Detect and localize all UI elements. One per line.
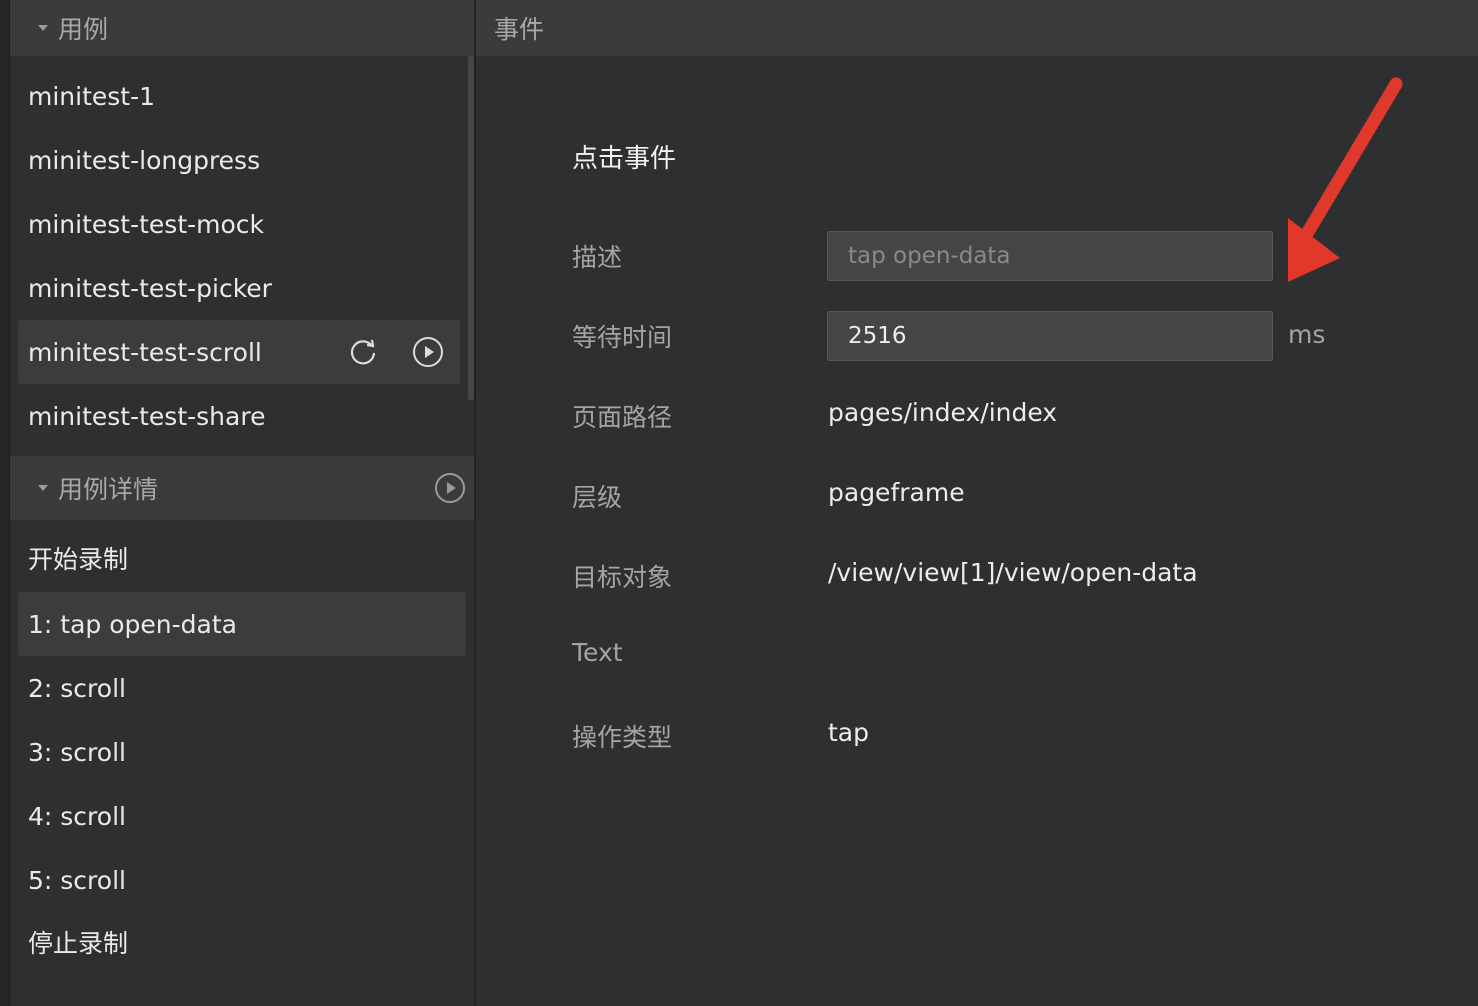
step-item[interactable]: 4: scroll	[18, 784, 460, 848]
cases-section-title: 用例	[58, 15, 109, 44]
case-item[interactable]: minitest-longpress	[18, 128, 460, 192]
case-item-selected[interactable]: minitest-test-scroll	[18, 320, 460, 384]
step-item[interactable]: 停止录制	[18, 910, 460, 974]
play-icon[interactable]	[412, 336, 444, 368]
window-edge	[0, 0, 10, 1006]
event-type-heading: 点击事件	[572, 144, 677, 174]
sidebar: 用例 minitest-1 minitest-longpress minites…	[10, 0, 474, 1006]
caret-down-icon[interactable]	[38, 25, 48, 31]
op-type-label: 操作类型	[572, 723, 673, 752]
details-section-header[interactable]: 用例详情	[10, 456, 474, 520]
path-label: 页面路径	[572, 403, 673, 432]
event-panel: 事件 点击事件 描述 等待时间 ms 页面路径 pages/index/inde…	[476, 0, 1478, 1006]
case-item[interactable]: minitest-1	[18, 64, 460, 128]
play-all-icon[interactable]	[434, 472, 466, 504]
text-label: Text	[572, 638, 623, 667]
step-item[interactable]: 3: scroll	[18, 720, 460, 784]
event-panel-header: 事件	[476, 0, 1478, 56]
desc-input[interactable]	[827, 231, 1273, 281]
target-label: 目标对象	[572, 563, 673, 592]
refresh-icon[interactable]	[347, 336, 379, 368]
desc-label: 描述	[572, 243, 623, 272]
path-value: pages/index/index	[828, 398, 1058, 427]
target-value: /view/view[1]/view/open-data	[828, 558, 1198, 587]
case-item-label: minitest-test-scroll	[28, 337, 262, 367]
level-label: 层级	[572, 483, 623, 512]
wait-unit: ms	[1288, 320, 1326, 349]
case-item[interactable]: minitest-test-mock	[18, 192, 460, 256]
details-section-title: 用例详情	[58, 475, 159, 504]
wait-label: 等待时间	[572, 323, 673, 352]
level-value: pageframe	[828, 478, 965, 507]
step-item[interactable]: 5: scroll	[18, 848, 460, 912]
step-item[interactable]: 2: scroll	[18, 656, 460, 720]
event-panel-title: 事件	[494, 15, 545, 44]
wait-time-input[interactable]	[827, 311, 1273, 361]
case-item[interactable]: minitest-test-share	[18, 384, 460, 448]
caret-down-icon[interactable]	[38, 485, 48, 491]
op-type-value: tap	[828, 718, 869, 747]
step-item-selected[interactable]: 1: tap open-data	[18, 592, 466, 656]
step-item[interactable]: 开始录制	[18, 526, 460, 590]
cases-section-header[interactable]: 用例	[10, 0, 474, 56]
case-item[interactable]: minitest-test-picker	[18, 256, 460, 320]
